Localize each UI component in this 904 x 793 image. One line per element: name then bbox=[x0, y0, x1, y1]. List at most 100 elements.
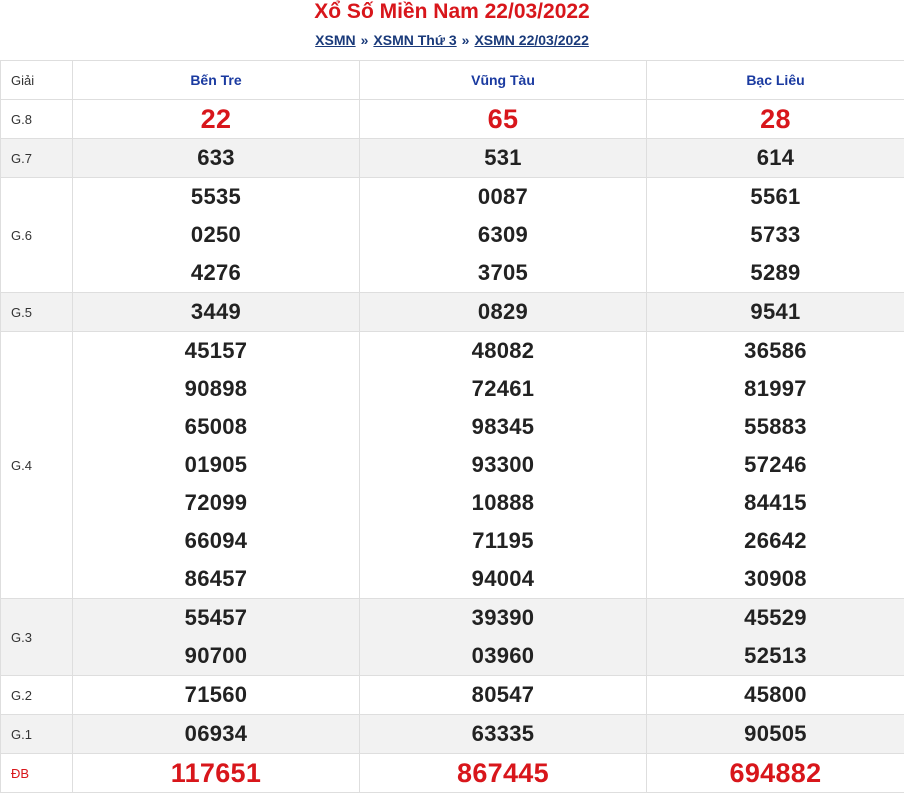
result-number: 52513 bbox=[647, 637, 904, 675]
result-number: 90700 bbox=[73, 637, 359, 675]
result-cell-bac-lieu: 4552952513 bbox=[647, 599, 904, 676]
result-number: 80547 bbox=[360, 676, 646, 714]
result-number: 0829 bbox=[360, 293, 646, 331]
result-cell-ben-tre: 3449 bbox=[73, 293, 360, 332]
result-cell-bac-lieu: 614 bbox=[647, 139, 904, 178]
result-cell-bac-lieu: 28 bbox=[647, 100, 904, 139]
result-number: 614 bbox=[647, 139, 904, 177]
result-cell-bac-lieu: 556157335289 bbox=[647, 178, 904, 293]
result-number: 0087 bbox=[360, 178, 646, 216]
result-number: 72099 bbox=[73, 484, 359, 522]
result-cell-bac-lieu: 9541 bbox=[647, 293, 904, 332]
result-number: 65 bbox=[360, 100, 646, 138]
result-number: 30908 bbox=[647, 560, 904, 598]
result-cell-vung-tau: 80547 bbox=[360, 676, 647, 715]
result-cell-ben-tre: 22 bbox=[73, 100, 360, 139]
result-number: 3449 bbox=[73, 293, 359, 331]
result-number: 45157 bbox=[73, 332, 359, 370]
result-number: 63335 bbox=[360, 715, 646, 753]
result-number: 39390 bbox=[360, 599, 646, 637]
result-number: 4276 bbox=[73, 254, 359, 292]
page-header: Xổ Số Miền Nam 22/03/2022 XSMN»XSMN Thứ … bbox=[0, 0, 904, 60]
result-number: 93300 bbox=[360, 446, 646, 484]
result-number: 9541 bbox=[647, 293, 904, 331]
result-cell-ben-tre: 5545790700 bbox=[73, 599, 360, 676]
result-number: 57246 bbox=[647, 446, 904, 484]
page-title: Xổ Số Miền Nam 22/03/2022 bbox=[0, 0, 904, 24]
results-table: Giải Bến Tre Vũng Tàu Bạc Liêu G.8226528… bbox=[0, 60, 904, 793]
result-number: 48082 bbox=[360, 332, 646, 370]
result-number: 71195 bbox=[360, 522, 646, 560]
result-number: 867445 bbox=[360, 754, 646, 792]
result-number: 45529 bbox=[647, 599, 904, 637]
result-number: 10888 bbox=[360, 484, 646, 522]
result-number: 72461 bbox=[360, 370, 646, 408]
prize-row-g6: G.6553502504276008763093705556157335289 bbox=[1, 178, 904, 293]
prize-row-g4: G.44515790898650080190572099660948645748… bbox=[1, 332, 904, 599]
result-number: 86457 bbox=[73, 560, 359, 598]
result-number: 65008 bbox=[73, 408, 359, 446]
result-number: 98345 bbox=[360, 408, 646, 446]
result-number: 55457 bbox=[73, 599, 359, 637]
result-number: 694882 bbox=[647, 754, 904, 792]
result-cell-ben-tre: 117651 bbox=[73, 754, 360, 793]
result-number: 03960 bbox=[360, 637, 646, 675]
prize-label: G.7 bbox=[1, 139, 73, 178]
result-number: 6309 bbox=[360, 216, 646, 254]
prize-label: G.4 bbox=[1, 332, 73, 599]
prize-label: G.3 bbox=[1, 599, 73, 676]
prize-label: G.2 bbox=[1, 676, 73, 715]
result-cell-ben-tre: 71560 bbox=[73, 676, 360, 715]
result-cell-vung-tau: 0829 bbox=[360, 293, 647, 332]
result-cell-vung-tau: 63335 bbox=[360, 715, 647, 754]
breadcrumb-link-xsmn[interactable]: XSMN bbox=[315, 32, 355, 48]
result-number: 5535 bbox=[73, 178, 359, 216]
result-cell-vung-tau: 867445 bbox=[360, 754, 647, 793]
result-number: 06934 bbox=[73, 715, 359, 753]
prize-label: G.8 bbox=[1, 100, 73, 139]
prize-label: G.1 bbox=[1, 715, 73, 754]
prize-row-g1: G.1069346333590505 bbox=[1, 715, 904, 754]
prize-label: ĐB bbox=[1, 754, 73, 793]
result-cell-ben-tre: 553502504276 bbox=[73, 178, 360, 293]
result-number: 36586 bbox=[647, 332, 904, 370]
result-number: 531 bbox=[360, 139, 646, 177]
prize-row-g2: G.2715608054745800 bbox=[1, 676, 904, 715]
province-header-vung-tau: Vũng Tàu bbox=[360, 61, 647, 100]
province-header-ben-tre: Bến Tre bbox=[73, 61, 360, 100]
result-number: 90898 bbox=[73, 370, 359, 408]
result-number: 3705 bbox=[360, 254, 646, 292]
result-number: 45800 bbox=[647, 676, 904, 714]
prize-row-b: ĐB117651867445694882 bbox=[1, 754, 904, 793]
result-number: 5289 bbox=[647, 254, 904, 292]
breadcrumb-link-xsmn-thu3[interactable]: XSMN Thứ 3 bbox=[373, 32, 456, 48]
result-number: 81997 bbox=[647, 370, 904, 408]
result-cell-ben-tre: 06934 bbox=[73, 715, 360, 754]
result-number: 5561 bbox=[647, 178, 904, 216]
prize-row-g5: G.5344908299541 bbox=[1, 293, 904, 332]
result-number: 01905 bbox=[73, 446, 359, 484]
result-number: 55883 bbox=[647, 408, 904, 446]
result-cell-ben-tre: 633 bbox=[73, 139, 360, 178]
result-number: 633 bbox=[73, 139, 359, 177]
result-number: 71560 bbox=[73, 676, 359, 714]
result-cell-vung-tau: 008763093705 bbox=[360, 178, 647, 293]
result-number: 94004 bbox=[360, 560, 646, 598]
table-header-row: Giải Bến Tre Vũng Tàu Bạc Liêu bbox=[1, 61, 904, 100]
result-cell-bac-lieu: 90505 bbox=[647, 715, 904, 754]
result-number: 28 bbox=[647, 100, 904, 138]
result-cell-vung-tau: 531 bbox=[360, 139, 647, 178]
result-cell-bac-lieu: 694882 bbox=[647, 754, 904, 793]
result-cell-ben-tre: 45157908986500801905720996609486457 bbox=[73, 332, 360, 599]
result-cell-bac-lieu: 45800 bbox=[647, 676, 904, 715]
result-number: 90505 bbox=[647, 715, 904, 753]
prize-column-header: Giải bbox=[1, 61, 73, 100]
result-number: 66094 bbox=[73, 522, 359, 560]
province-header-bac-lieu: Bạc Liêu bbox=[647, 61, 904, 100]
result-cell-bac-lieu: 36586819975588357246844152664230908 bbox=[647, 332, 904, 599]
result-number: 22 bbox=[73, 100, 359, 138]
prize-label: G.5 bbox=[1, 293, 73, 332]
breadcrumb-link-xsmn-date[interactable]: XSMN 22/03/2022 bbox=[474, 32, 588, 48]
breadcrumb-separator: » bbox=[361, 32, 369, 48]
breadcrumb-separator: » bbox=[462, 32, 470, 48]
